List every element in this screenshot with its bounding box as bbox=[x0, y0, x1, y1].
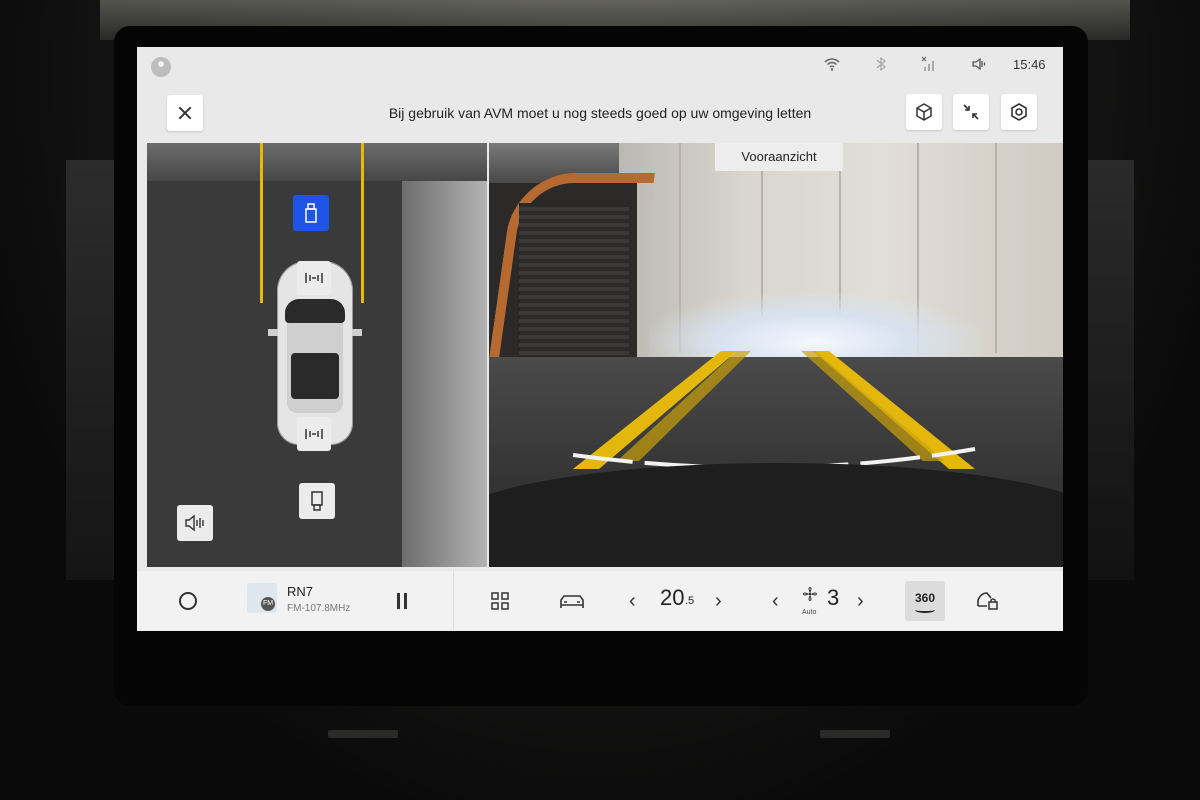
temperature-value: 20 bbox=[660, 585, 685, 610]
temperature-decimal: .5 bbox=[685, 595, 695, 607]
car-icon bbox=[560, 595, 584, 608]
parking-sensor-icon bbox=[305, 429, 323, 439]
360-view-button[interactable]: 360 bbox=[905, 581, 945, 621]
dock-separator bbox=[453, 571, 454, 631]
settings-icon bbox=[1011, 103, 1027, 121]
bluetooth-off-icon bbox=[870, 56, 892, 76]
view-label: Vooraanzicht bbox=[715, 143, 843, 171]
signal-off-icon bbox=[918, 56, 940, 76]
rear-sensor-button[interactable] bbox=[297, 417, 331, 451]
fan-mode: Auto bbox=[802, 609, 817, 616]
guide-line-right bbox=[361, 143, 364, 303]
vehicle-button[interactable] bbox=[557, 589, 587, 613]
close-button[interactable] bbox=[167, 95, 203, 131]
front-camera-button[interactable] bbox=[293, 195, 329, 231]
temp-up-button[interactable]: › bbox=[715, 587, 722, 615]
temp-down-button[interactable]: ‹ bbox=[629, 587, 636, 615]
vehicle-sunroof bbox=[291, 353, 339, 399]
infotainment-screen: 15:46 Bij gebruik van AVM moet u nog ste… bbox=[137, 47, 1063, 631]
fan-up-button[interactable]: › bbox=[857, 587, 864, 615]
birds-eye-view bbox=[147, 143, 487, 567]
front-camera-view: Vooraanzicht bbox=[489, 143, 1063, 567]
3d-view-icon bbox=[916, 103, 932, 121]
front-camera-icon bbox=[305, 203, 317, 223]
dashboard-left-panel bbox=[66, 160, 118, 580]
clock: 15:46 bbox=[1013, 57, 1046, 72]
fan-icon bbox=[800, 583, 820, 605]
pause-button[interactable] bbox=[395, 593, 409, 609]
sensor-sound-button[interactable] bbox=[177, 505, 213, 541]
parking-sensor-icon bbox=[305, 273, 323, 283]
right-mirror bbox=[352, 329, 362, 336]
radio-station[interactable]: RN7 bbox=[287, 584, 313, 599]
air-vent bbox=[328, 730, 398, 738]
profile-icon[interactable] bbox=[151, 57, 171, 77]
front-sensor-button[interactable] bbox=[297, 261, 331, 295]
air-vent bbox=[820, 730, 890, 738]
vehicle-lock-button[interactable] bbox=[975, 589, 999, 613]
bottom-dock: FM RN7 FM-107.8MHz ‹ 20 .5 › ‹ Auto 3 › … bbox=[137, 571, 1063, 631]
left-mirror bbox=[268, 329, 278, 336]
status-bar: 15:46 bbox=[137, 47, 1063, 85]
wifi-icon bbox=[821, 56, 843, 76]
dashboard-right-panel bbox=[1084, 160, 1134, 580]
minimize-icon bbox=[963, 104, 979, 120]
rear-camera-button[interactable] bbox=[299, 483, 335, 519]
front-bumper-edge bbox=[489, 463, 1063, 567]
fan-down-button[interactable]: ‹ bbox=[772, 587, 779, 615]
rear-camera-icon bbox=[311, 491, 323, 511]
parking-edge bbox=[147, 143, 487, 181]
radio-frequency: FM-107.8MHz bbox=[287, 603, 351, 614]
avm-header: Bij gebruik van AVM moet u nog steeds go… bbox=[137, 85, 1063, 141]
vehicle-windshield bbox=[285, 299, 345, 323]
3d-view-button[interactable] bbox=[906, 94, 942, 130]
minimize-button[interactable] bbox=[953, 94, 989, 130]
car-lock-icon bbox=[977, 592, 998, 610]
apps-grid-icon bbox=[491, 592, 509, 610]
volume-icon bbox=[968, 56, 990, 76]
apps-button[interactable] bbox=[488, 589, 512, 613]
home-button[interactable] bbox=[179, 592, 197, 610]
parking-wall bbox=[402, 143, 487, 567]
fan-speed: 3 bbox=[827, 585, 840, 610]
guide-line-left bbox=[260, 143, 263, 303]
settings-button[interactable] bbox=[1001, 94, 1037, 130]
sensor-sound-icon bbox=[185, 514, 204, 532]
radio-icon: FM bbox=[261, 597, 275, 611]
